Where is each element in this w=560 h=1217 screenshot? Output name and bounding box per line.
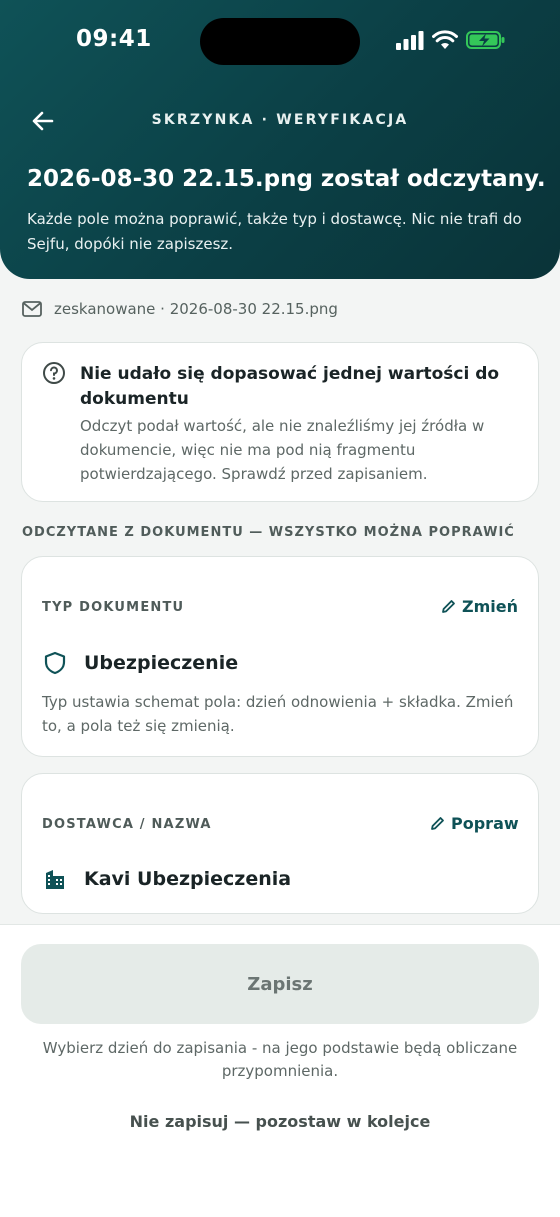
- signal-icon: [396, 31, 424, 50]
- change-type-button[interactable]: Zmień: [441, 597, 518, 616]
- document-type-card: TYP DOKUMENTU Zmień Ubezpieczenie Typ us…: [21, 556, 539, 757]
- save-button[interactable]: Zapisz: [21, 944, 539, 1024]
- document-type-text: Ubezpieczenie: [84, 652, 239, 674]
- building-icon: [46, 870, 64, 889]
- pencil-icon: [442, 600, 455, 613]
- mail-icon: [22, 301, 42, 317]
- source-info: zeskanowane · 2026-08-30 22.15.png: [22, 300, 338, 318]
- document-type-label: TYP DOKUMENTU: [42, 600, 185, 615]
- document-type-value: Ubezpieczenie: [44, 651, 238, 675]
- breadcrumb: SKRZYNKA · WERYFIKACJA: [151, 112, 409, 128]
- provider-card: DOSTAWCA / NAZWA Popraw Kavi Ubezpieczen…: [21, 773, 539, 914]
- warning-text: Odczyt podał wartość, ale nie znaleźliśm…: [80, 417, 485, 483]
- skip-button[interactable]: Nie zapisuj — pozostaw w kolejce: [0, 1112, 560, 1131]
- provider-text: Kavi Ubezpieczenia: [84, 868, 292, 890]
- page-subtitle: Każde pole można poprawić, także typ i d…: [27, 210, 522, 253]
- battery-charging-icon: [466, 31, 505, 49]
- provider-value: Kavi Ubezpieczenia: [44, 868, 291, 890]
- pencil-icon: [431, 817, 444, 830]
- wifi-icon: [432, 30, 458, 49]
- shield-icon: [44, 651, 66, 675]
- warning-title: Nie udało się dopasować jednej wartości …: [80, 364, 500, 409]
- document-type-help: Typ ustawia schemat pola: dzień odnowien…: [42, 693, 514, 735]
- page-title: 2026-08-30 22.15.png został odczytany.: [27, 166, 546, 192]
- bottom-bar: Zapisz Wybierz dzień do zapisania - na j…: [0, 924, 560, 1217]
- source-text: zeskanowane · 2026-08-30 22.15.png: [54, 300, 338, 318]
- section-label: ODCZYTANE Z DOKUMENTU — WSZYSTKO MOŻNA P…: [22, 525, 515, 540]
- status-icons: [396, 30, 506, 50]
- header: 09:41 SKRZYNKA · WERYFIKACJA 2026-08-30 …: [0, 0, 560, 279]
- status-time: 09:41: [76, 26, 152, 52]
- fix-provider-label: Popraw: [451, 814, 519, 833]
- warning-card: Nie udało się dopasować jednej wartości …: [21, 342, 539, 502]
- save-hint: Wybierz dzień do zapisania - na jego pod…: [42, 1039, 518, 1080]
- dynamic-island: [200, 18, 360, 65]
- fix-provider-button[interactable]: Popraw: [430, 814, 519, 833]
- change-type-label: Zmień: [462, 597, 518, 616]
- provider-label: DOSTAWCA / NAZWA: [42, 817, 212, 832]
- question-circle-icon: [43, 362, 65, 384]
